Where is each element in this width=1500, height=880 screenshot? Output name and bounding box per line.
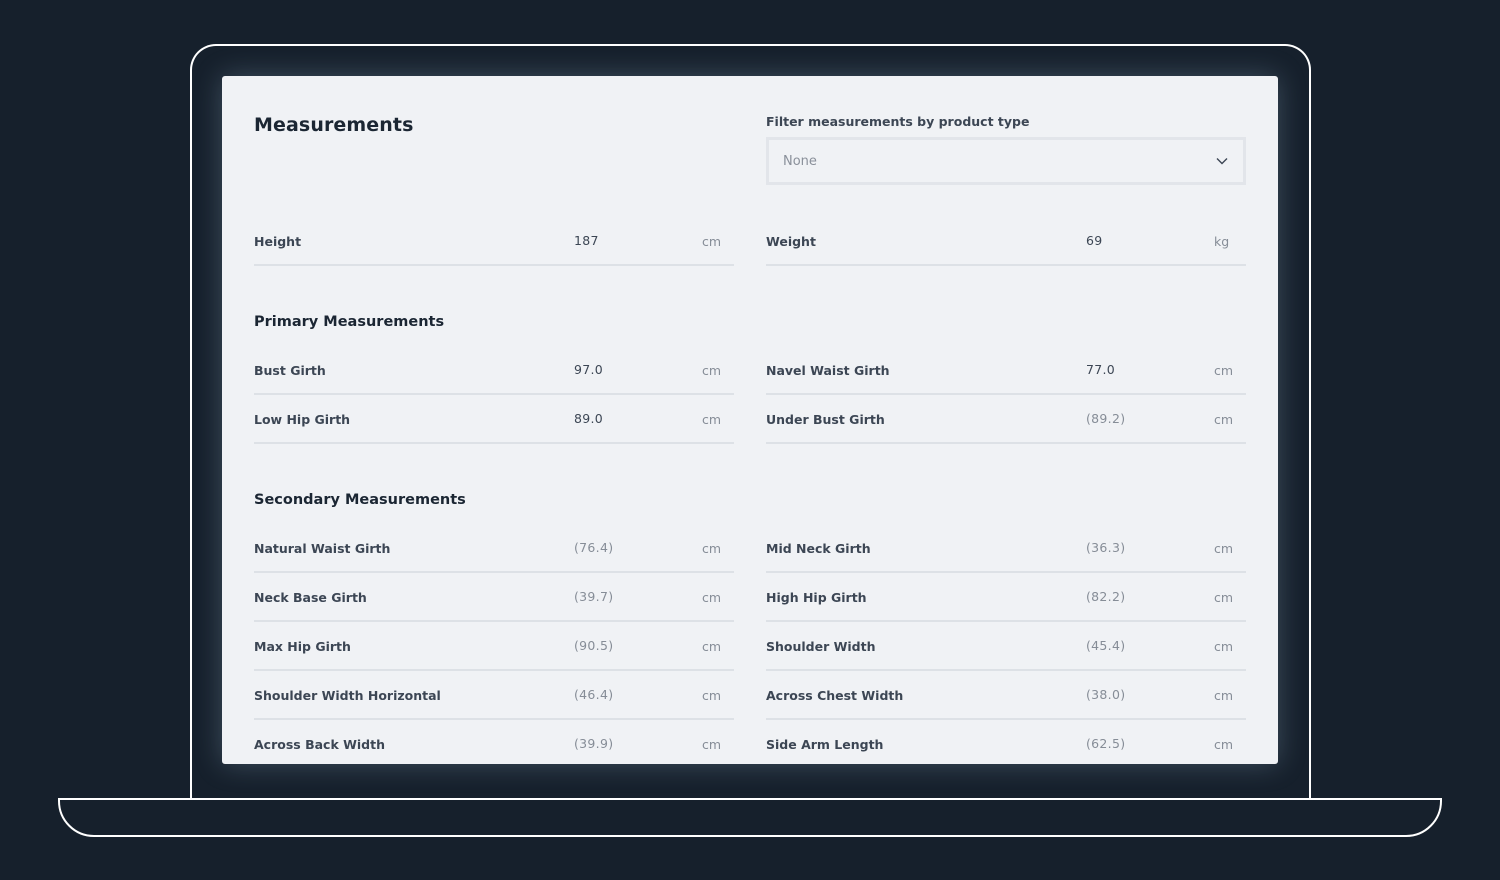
measurement-input[interactable] (574, 525, 684, 571)
measurement-unit: cm (1214, 590, 1234, 605)
measurement-input[interactable] (574, 396, 684, 442)
measurement-label: Neck Base Girth (254, 590, 367, 605)
measurement-input[interactable] (574, 672, 684, 718)
measurement-label: Shoulder Width Horizontal (254, 688, 441, 703)
measurement-row-side-arm-length: Side Arm Length cm (766, 721, 1246, 764)
measurement-input[interactable] (1086, 525, 1196, 571)
laptop-base (58, 798, 1442, 837)
measurement-label: Max Hip Girth (254, 639, 351, 654)
height-input[interactable] (574, 218, 684, 264)
measurement-input[interactable] (1086, 347, 1196, 393)
measurement-row-navel-waist-girth: Navel Waist Girth cm (766, 347, 1246, 395)
measurement-label: Across Chest Width (766, 688, 904, 703)
measurement-row-across-chest-width: Across Chest Width cm (766, 672, 1246, 720)
measurement-row-high-hip-girth: High Hip Girth cm (766, 574, 1246, 622)
measurement-input[interactable] (574, 721, 684, 764)
measurement-input[interactable] (574, 623, 684, 669)
weight-label: Weight (766, 234, 816, 249)
measurement-row-across-back-width: Across Back Width cm (254, 721, 734, 764)
measurement-unit: cm (702, 590, 722, 605)
measurement-label: Natural Waist Girth (254, 541, 391, 556)
measurement-input[interactable] (574, 574, 684, 620)
measurement-input[interactable] (1086, 623, 1196, 669)
measurement-unit: cm (1214, 412, 1234, 427)
measurement-label: Navel Waist Girth (766, 363, 890, 378)
measurement-input[interactable] (1086, 574, 1196, 620)
measurement-unit: cm (1214, 639, 1234, 654)
measurement-unit: cm (702, 363, 722, 378)
measurement-input[interactable] (1086, 672, 1196, 718)
height-label: Height (254, 234, 302, 249)
measurement-row-shoulder-width-horizontal: Shoulder Width Horizontal cm (254, 672, 734, 720)
measurement-label: Across Back Width (254, 737, 385, 752)
secondary-measurements-title: Secondary Measurements (254, 492, 466, 508)
weight-row: Weight kg (766, 218, 1246, 266)
measurement-row-max-hip-girth: Max Hip Girth cm (254, 623, 734, 671)
primary-measurements-title: Primary Measurements (254, 314, 445, 330)
measurement-label: High Hip Girth (766, 590, 867, 605)
measurement-input[interactable] (574, 347, 684, 393)
measurement-unit: cm (1214, 541, 1234, 556)
measurement-row-bust-girth: Bust Girth cm (254, 347, 734, 395)
measurement-unit: cm (702, 412, 722, 427)
measurement-row-low-hip-girth: Low Hip Girth cm (254, 396, 734, 444)
measurement-unit: cm (1214, 363, 1234, 378)
chevron-down-icon (1215, 154, 1229, 168)
measurement-row-neck-base-girth: Neck Base Girth cm (254, 574, 734, 622)
page-title: Measurements (254, 114, 414, 136)
measurement-label: Side Arm Length (766, 737, 884, 752)
measurement-input[interactable] (1086, 721, 1196, 764)
measurements-panel: Measurements Filter measurements by prod… (222, 76, 1278, 764)
filter-label: Filter measurements by product type (766, 114, 1030, 129)
measurement-label: Shoulder Width (766, 639, 876, 654)
height-unit: cm (702, 234, 722, 249)
weight-input[interactable] (1086, 218, 1196, 264)
measurement-label: Mid Neck Girth (766, 541, 871, 556)
measurement-unit: cm (1214, 688, 1234, 703)
measurement-row-shoulder-width: Shoulder Width cm (766, 623, 1246, 671)
measurement-label: Under Bust Girth (766, 412, 885, 427)
measurement-input[interactable] (1086, 396, 1196, 442)
measurement-label: Low Hip Girth (254, 412, 351, 427)
measurement-unit: cm (702, 688, 722, 703)
height-row: Height cm (254, 218, 734, 266)
measurement-unit: cm (1214, 737, 1234, 752)
measurement-row-under-bust-girth: Under Bust Girth cm (766, 396, 1246, 444)
measurement-row-mid-neck-girth: Mid Neck Girth cm (766, 525, 1246, 573)
product-type-filter-select[interactable]: None (766, 137, 1246, 185)
measurement-row-natural-waist-girth: Natural Waist Girth cm (254, 525, 734, 573)
measurement-label: Bust Girth (254, 363, 326, 378)
measurement-unit: cm (702, 737, 722, 752)
measurement-unit: cm (702, 639, 722, 654)
measurement-unit: cm (702, 541, 722, 556)
weight-unit: kg (1214, 234, 1230, 249)
filter-selected-value: None (783, 153, 817, 169)
